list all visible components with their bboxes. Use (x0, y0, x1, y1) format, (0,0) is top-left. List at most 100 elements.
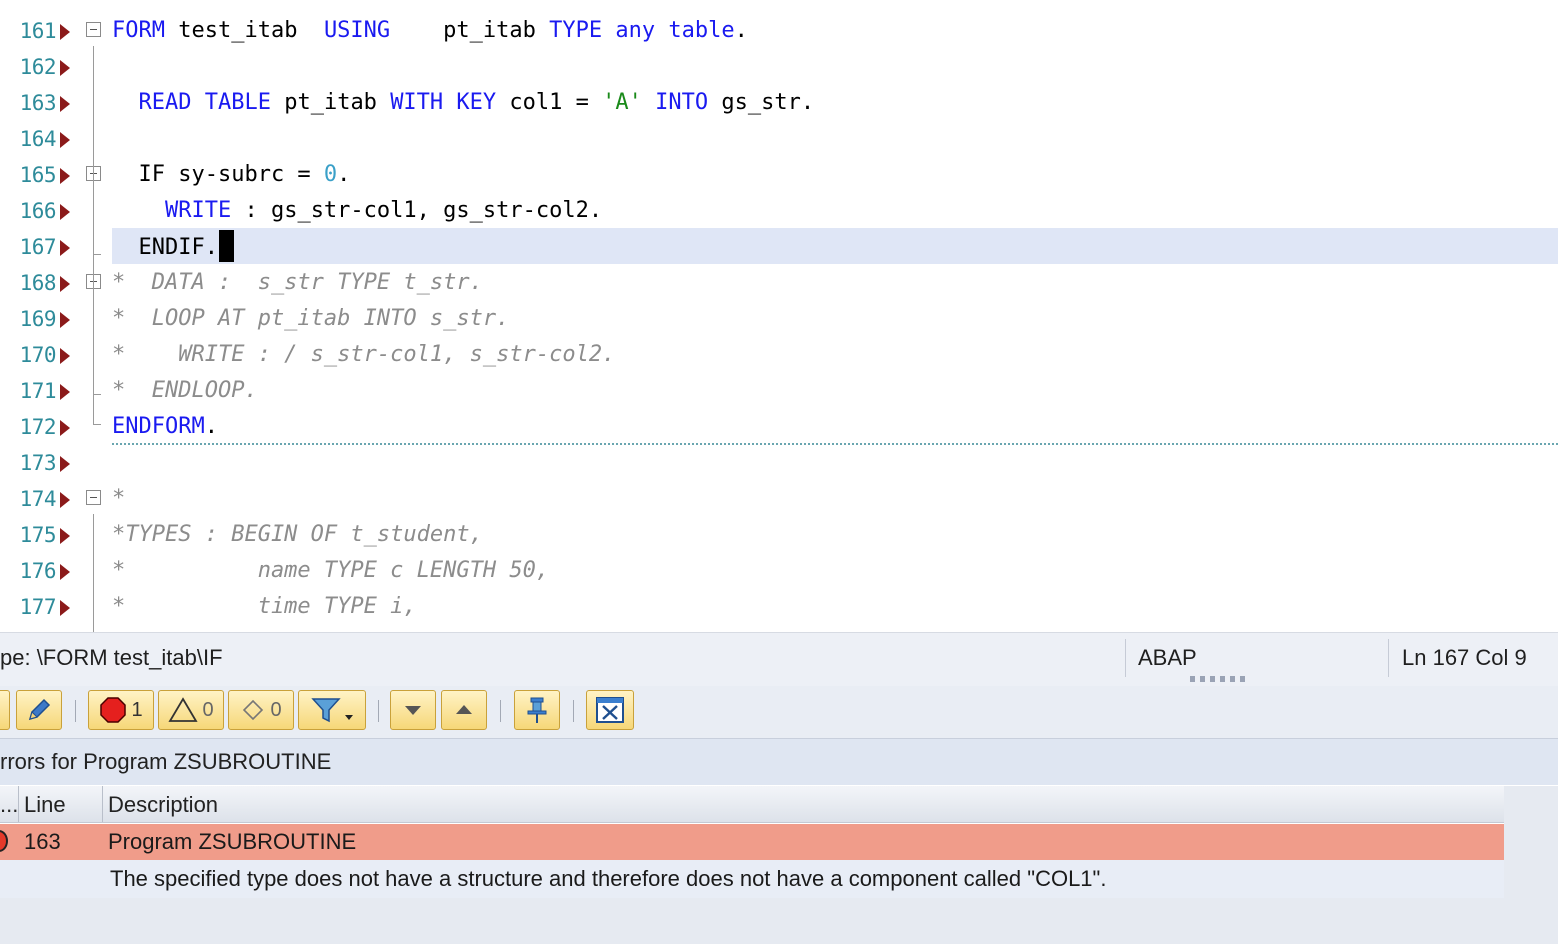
code-line[interactable]: 174 * (0, 480, 1558, 516)
code-line[interactable]: 172 ENDFORM. (0, 408, 1558, 444)
collapse-icon[interactable] (86, 22, 101, 37)
line-marker-arrow-icon[interactable] (60, 132, 70, 148)
code-text: *TYPES : BEGIN OF t_student, (112, 522, 483, 547)
code-line[interactable]: 169 * LOOP AT pt_itab INTO s_str. (0, 300, 1558, 336)
pin-button[interactable] (514, 690, 560, 730)
previous-error-button[interactable] (441, 690, 487, 730)
code-line[interactable]: 173 (0, 444, 1558, 480)
line-number: 175 (19, 523, 57, 547)
column-header-description[interactable]: Description (108, 792, 218, 818)
pin-icon (527, 697, 547, 723)
line-marker-arrow-icon[interactable] (60, 312, 70, 328)
info-count: 0 (270, 698, 282, 721)
line-marker-arrow-icon[interactable] (60, 528, 70, 544)
line-marker-arrow-icon[interactable] (60, 492, 70, 508)
code-line[interactable]: 177 * time TYPE i, (0, 588, 1558, 624)
table-row[interactable]: 163 Program ZSUBROUTINE (0, 824, 1504, 860)
dropdown-arrow-icon (345, 715, 353, 720)
fold-guide-if (93, 190, 94, 254)
line-number: 165 (19, 163, 57, 187)
table-row-detail[interactable]: The specified type does not have a struc… (0, 860, 1504, 898)
code-line[interactable]: 164 (0, 120, 1558, 156)
current-line-highlight (112, 228, 1558, 264)
code-line[interactable]: 162 (0, 48, 1558, 84)
arrow-up-icon (456, 705, 472, 714)
scope-path: pe: \FORM test_itab\IF (0, 645, 223, 670)
code-line[interactable]: 171 * ENDLOOP. (0, 372, 1558, 408)
code-line[interactable]: 161 FORM test_itab USING pt_itab TYPE any… (0, 12, 1558, 48)
arrow-down-icon (405, 706, 421, 715)
code-line[interactable]: 170 * WRITE : / s_str-col1, s_str-col2. (0, 336, 1558, 372)
fold-end-if (93, 254, 101, 255)
filter-button[interactable] (298, 690, 366, 730)
column-header-type[interactable]: ... (0, 792, 18, 818)
table-gutter (1504, 786, 1558, 898)
line-marker-arrow-icon[interactable] (60, 564, 70, 580)
toolbar-separator (500, 700, 501, 722)
code-line[interactable]: 175 *TYPES : BEGIN OF t_student, (0, 516, 1558, 552)
code-line[interactable]: 166 WRITE : gs_str-col1, gs_str-col2. (0, 192, 1558, 228)
toolbar-separator (378, 700, 379, 722)
status-separator (1388, 639, 1389, 677)
column-header-line[interactable]: Line (24, 792, 66, 818)
code-line[interactable]: 176 * name TYPE c LENGTH 50, (0, 552, 1558, 588)
line-number: 169 (19, 307, 57, 331)
line-marker-arrow-icon[interactable] (60, 24, 70, 40)
error-icon (0, 830, 8, 852)
close-panel-button[interactable] (586, 690, 634, 730)
language-indicator: ABAP (1138, 645, 1197, 670)
code-editor[interactable]: 161 FORM test_itab USING pt_itab TYPE any… (0, 0, 1558, 632)
code-text: * time TYPE i, (112, 594, 417, 619)
line-marker-arrow-icon[interactable] (60, 96, 70, 112)
next-error-button[interactable] (390, 690, 436, 730)
code-line[interactable]: 165 IF sy-subrc = 0. (0, 156, 1558, 192)
code-line[interactable]: 167 ENDIF. (0, 228, 1558, 264)
funnel-icon (311, 698, 341, 723)
cursor-position: Ln 167 Col 9 (1402, 645, 1527, 670)
code-line[interactable]: 168 * DATA : s_str TYPE t_str. (0, 264, 1558, 300)
line-number: 166 (19, 199, 57, 223)
line-marker-arrow-icon[interactable] (60, 168, 70, 184)
errors-filter-button[interactable]: 1 (88, 690, 154, 730)
line-marker-arrow-icon[interactable] (60, 204, 70, 220)
info-filter-button[interactable]: 0 (228, 690, 294, 730)
fold-end-form (93, 424, 101, 425)
splitter-grip[interactable] (1190, 676, 1246, 682)
error-detail-text: The specified type does not have a struc… (110, 866, 1107, 891)
line-number: 170 (19, 343, 57, 367)
line-marker-arrow-icon[interactable] (60, 60, 70, 76)
line-number: 168 (19, 271, 57, 295)
code-text: * LOOP AT pt_itab INTO s_str. (112, 306, 510, 331)
collapse-icon[interactable] (86, 490, 101, 505)
edit-button[interactable] (16, 690, 62, 730)
code-text: IF sy-subrc = 0. (112, 162, 351, 187)
line-number: 174 (19, 487, 57, 511)
code-text: ENDFORM. (112, 414, 218, 439)
line-marker-arrow-icon[interactable] (60, 240, 70, 256)
code-text: READ TABLE pt_itab WITH KEY col1 = 'A' I… (138, 90, 815, 115)
warnings-filter-button[interactable]: 0 (158, 690, 224, 730)
line-marker-arrow-icon[interactable] (60, 348, 70, 364)
code-text: * (112, 486, 126, 511)
errors-panel-header: rrors for Program ZSUBROUTINE (0, 738, 1558, 785)
diamond-icon (243, 699, 264, 721)
column-divider[interactable] (102, 786, 103, 822)
line-marker-arrow-icon[interactable] (60, 276, 70, 292)
code-line[interactable]: 163 READ TABLE pt_itab WITH KEY col1 = '… (0, 84, 1558, 120)
line-marker-arrow-icon[interactable] (60, 420, 70, 436)
fold-guide-comment (93, 298, 94, 394)
code-text: * name TYPE c LENGTH 50, (112, 558, 550, 583)
overflow-button[interactable] (0, 690, 10, 730)
table-header: ... Line Description (0, 786, 1504, 823)
line-marker-arrow-icon[interactable] (60, 600, 70, 616)
line-marker-arrow-icon[interactable] (60, 456, 70, 472)
toolbar-separator (75, 700, 76, 722)
line-number: 173 (19, 451, 57, 475)
line-number: 164 (19, 127, 57, 151)
form-end-separator (112, 443, 1558, 445)
code-text: WRITE : gs_str-col1, gs_str-col2. (164, 198, 603, 223)
line-marker-arrow-icon[interactable] (60, 384, 70, 400)
panel-empty-area (0, 898, 1558, 944)
column-divider[interactable] (18, 786, 19, 822)
line-number: 161 (19, 19, 57, 43)
